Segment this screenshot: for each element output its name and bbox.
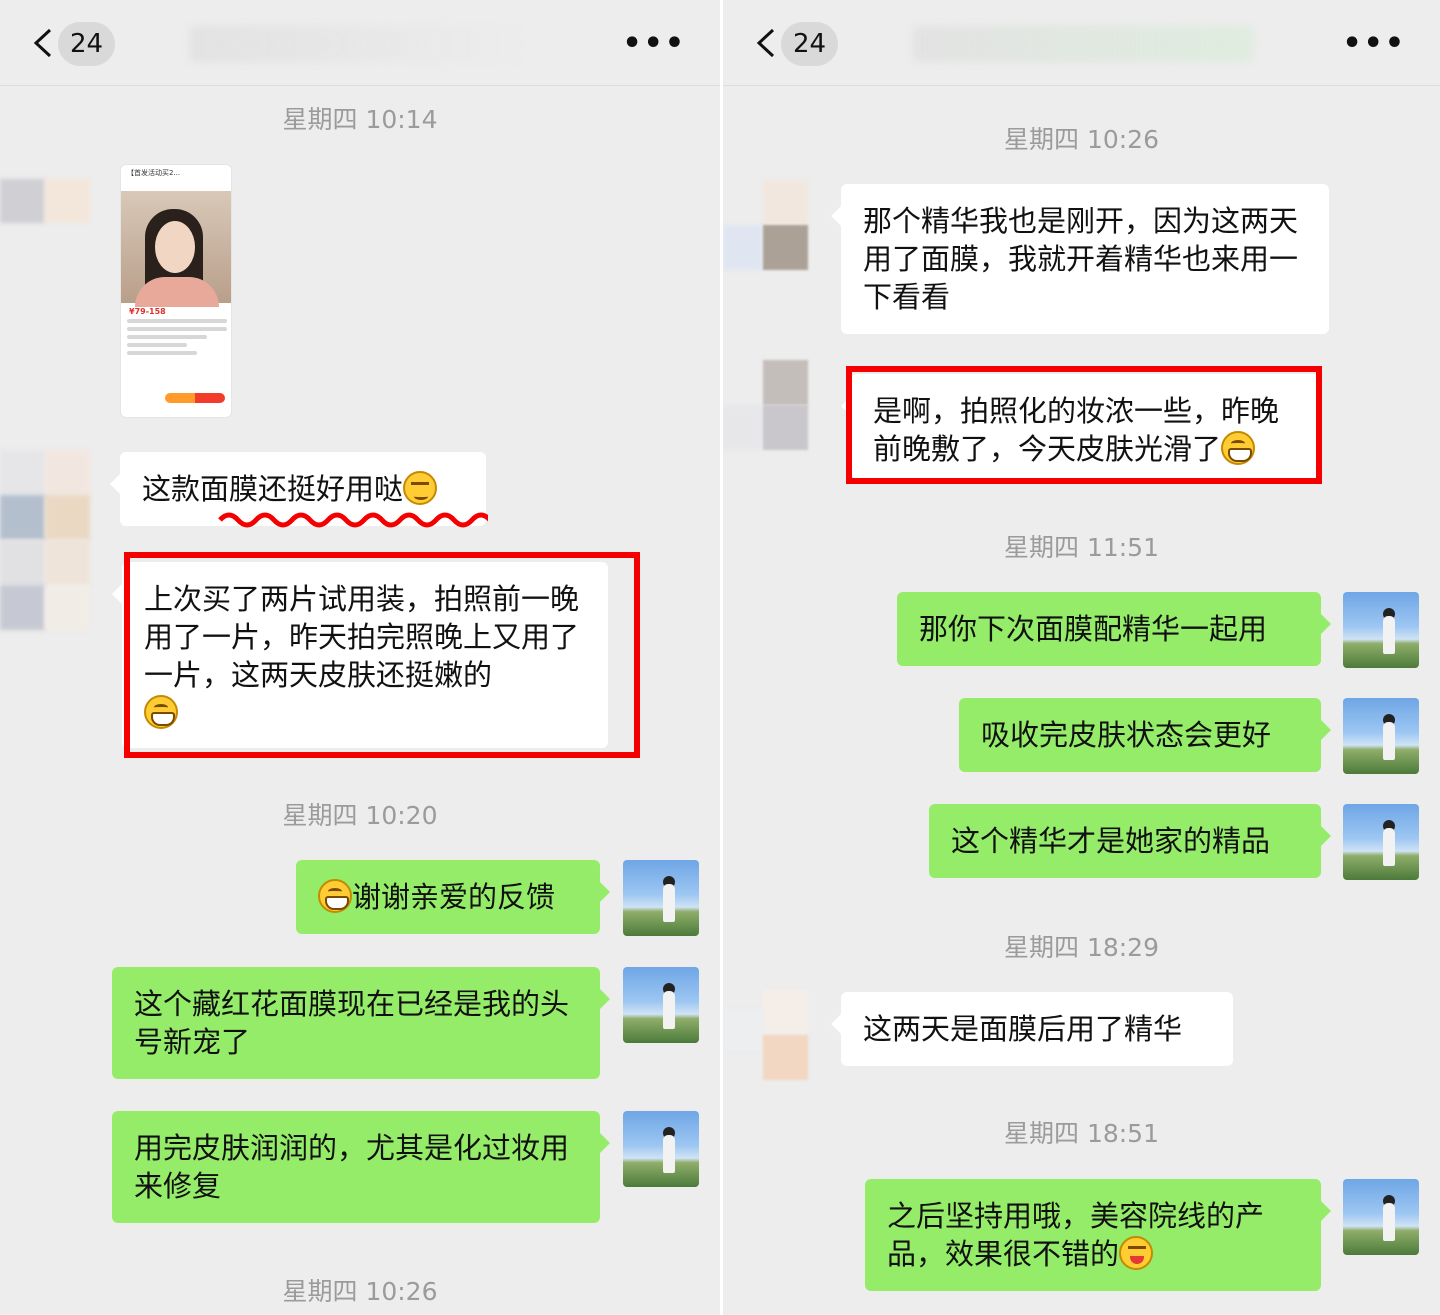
more-dots-icon[interactable]: ••• [622, 29, 686, 59]
incoming-message[interactable]: 这两天是面膜后用了精华 [831, 992, 1233, 1066]
timestamp: 星期四 10:20 [282, 801, 438, 830]
thumbnail-title: 【首发活动买2... [127, 169, 181, 177]
wink-emoji-icon [1119, 1236, 1154, 1270]
outgoing-message[interactable]: 谢谢亲爱的反馈 [296, 860, 610, 934]
contact-avatar-blurred[interactable] [723, 180, 813, 360]
my-avatar[interactable] [1343, 698, 1419, 774]
incoming-message[interactable]: 那个精华我也是刚开，因为这两天用了面膜，我就开着精华也来用一下看看 [831, 184, 1329, 334]
outgoing-message[interactable]: 那你下次面膜配精华一起用 [897, 592, 1331, 666]
chat-header: 24 ••• [0, 0, 720, 86]
thumbnail-price: ¥79-158 [129, 307, 166, 316]
back-chevron-icon[interactable] [755, 28, 777, 58]
chat-screen-left: 24 ••• 星期四 10:14 【首发活动买2... ¥79-158 这款面膜… [0, 0, 720, 1315]
my-avatar[interactable] [1343, 804, 1419, 880]
timestamp: 星期四 11:51 [1004, 533, 1159, 562]
back-chevron-icon[interactable] [32, 28, 54, 58]
my-avatar[interactable] [623, 860, 699, 936]
unread-count-badge[interactable]: 24 [58, 22, 116, 66]
chat-header: 24 ••• [723, 0, 1440, 86]
outgoing-message[interactable]: 吸收完皮肤状态会更好 [959, 698, 1331, 772]
timestamp: 星期四 18:29 [1004, 933, 1159, 962]
smirk-emoji-icon [403, 471, 438, 505]
red-wavy-underline [218, 512, 488, 528]
more-dots-icon[interactable]: ••• [1342, 29, 1406, 59]
outgoing-message[interactable]: 用完皮肤润润的，尤其是化过妆用来修复 [112, 1111, 610, 1223]
product-screenshot-image[interactable]: 【首发活动买2... ¥79-158 [120, 164, 232, 418]
my-avatar[interactable] [1343, 592, 1419, 668]
my-avatar[interactable] [623, 1111, 699, 1187]
thumbnail-buy-buttons [165, 393, 225, 403]
grin-emoji-icon [318, 879, 352, 913]
my-avatar[interactable] [623, 967, 699, 1043]
my-avatar[interactable] [1343, 1179, 1419, 1255]
product-photo [121, 191, 231, 307]
timestamp: 星期四 10:26 [282, 1277, 438, 1306]
outgoing-message[interactable]: 这个藏红花面膜现在已经是我的头号新宠了 [112, 967, 610, 1079]
chat-title-blurred [190, 26, 520, 62]
outgoing-message[interactable]: 之后坚持用哦，美容院线的产品，效果很不错的 [865, 1179, 1331, 1291]
contact-avatar-blurred[interactable] [723, 360, 813, 540]
unread-count-badge[interactable]: 24 [781, 22, 839, 66]
timestamp: 星期四 10:14 [282, 105, 438, 134]
highlight-box [124, 552, 640, 758]
contact-avatar-blurred[interactable] [0, 165, 90, 345]
chat-screen-right: 24 ••• 星期四 10:26 那个精华我也是刚开，因为这两天用了面膜，我就开… [723, 0, 1440, 1315]
outgoing-message[interactable]: 这个精华才是她家的精品 [929, 804, 1331, 878]
contact-avatar-blurred[interactable] [0, 450, 90, 630]
timestamp: 星期四 18:51 [1004, 1119, 1159, 1148]
chat-title-blurred [913, 26, 1253, 62]
timestamp: 星期四 10:26 [1004, 125, 1159, 154]
highlight-box [846, 366, 1322, 484]
